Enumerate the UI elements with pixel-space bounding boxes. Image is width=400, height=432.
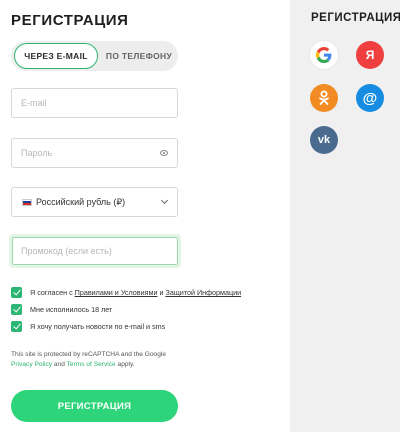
terms-link[interactable]: Правилами и Условиями <box>75 288 158 297</box>
google-login-button[interactable] <box>310 41 338 69</box>
promo-field-focus-ring <box>9 234 181 268</box>
news-checkbox[interactable] <box>11 321 22 332</box>
news-label: Я хочу получать новости по e-mail и sms <box>30 322 166 331</box>
google-icon <box>316 47 332 63</box>
vk-login-button[interactable]: vk <box>310 126 338 154</box>
checkbox-row-age: Мне исполнилось 18 лет <box>11 301 241 318</box>
recaptcha-notice: This site is protected by reCAPTCHA and … <box>11 350 211 370</box>
show-password-icon[interactable] <box>160 150 168 156</box>
registration-method-tabs: ЧЕРЕЗ E-MAIL ПО ТЕЛЕФОНУ <box>11 41 178 71</box>
recaptcha-text: This site is protected by reCAPTCHA and … <box>11 351 167 358</box>
mailru-login-button[interactable]: @ <box>356 84 384 112</box>
email-field[interactable] <box>11 88 178 118</box>
privacy-protection-link[interactable]: Защитой Информации <box>165 288 241 297</box>
vk-icon: vk <box>317 134 331 146</box>
registration-form-panel: РЕГИСТРАЦИЯ ЧЕРЕЗ E-MAIL ПО ТЕЛЕФОНУ Рос… <box>0 0 290 432</box>
odnoklassniki-login-button[interactable] <box>310 84 338 112</box>
terms-checkbox[interactable] <box>11 287 22 298</box>
register-button[interactable]: РЕГИСТРАЦИЯ <box>11 390 178 422</box>
checkbox-row-terms: Я согласен с Правилами и Условиями и Защ… <box>11 284 241 301</box>
chevron-down-icon <box>160 196 169 205</box>
terms-label: Я согласен с Правилами и Условиями и Защ… <box>30 288 241 297</box>
social-panel <box>290 0 400 432</box>
terms-of-service-link[interactable]: Terms of Service <box>67 361 116 368</box>
recaptcha-and: and <box>52 361 67 368</box>
yandex-login-button[interactable]: Я <box>356 41 384 69</box>
currency-select[interactable]: Российский рубль (₽) <box>11 187 178 217</box>
tab-email[interactable]: ЧЕРЕЗ E-MAIL <box>14 43 98 69</box>
promo-code-field[interactable] <box>12 237 178 265</box>
social-title: РЕГИСТРАЦИЯ <box>311 12 400 24</box>
yandex-icon: Я <box>365 48 375 62</box>
currency-selected-value: Российский рубль (₽) <box>36 196 126 207</box>
recaptcha-apply: apply. <box>115 361 135 368</box>
russia-flag-icon <box>22 198 32 206</box>
age-checkbox[interactable] <box>11 304 22 315</box>
age-label: Мне исполнилось 18 лет <box>30 305 113 314</box>
terms-label-prefix: Я согласен с <box>30 288 75 297</box>
password-field[interactable] <box>11 138 178 168</box>
form-title: РЕГИСТРАЦИЯ <box>11 12 129 29</box>
checkbox-row-news: Я хочу получать новости по e-mail и sms <box>11 318 241 335</box>
consent-checkboxes: Я согласен с Правилами и Условиями и Защ… <box>11 284 241 335</box>
odnoklassniki-icon <box>319 90 329 105</box>
mailru-icon: @ <box>362 89 378 107</box>
tab-phone[interactable]: ПО ТЕЛЕФОНУ <box>101 43 177 69</box>
privacy-policy-link[interactable]: Privacy Policy <box>11 361 52 368</box>
